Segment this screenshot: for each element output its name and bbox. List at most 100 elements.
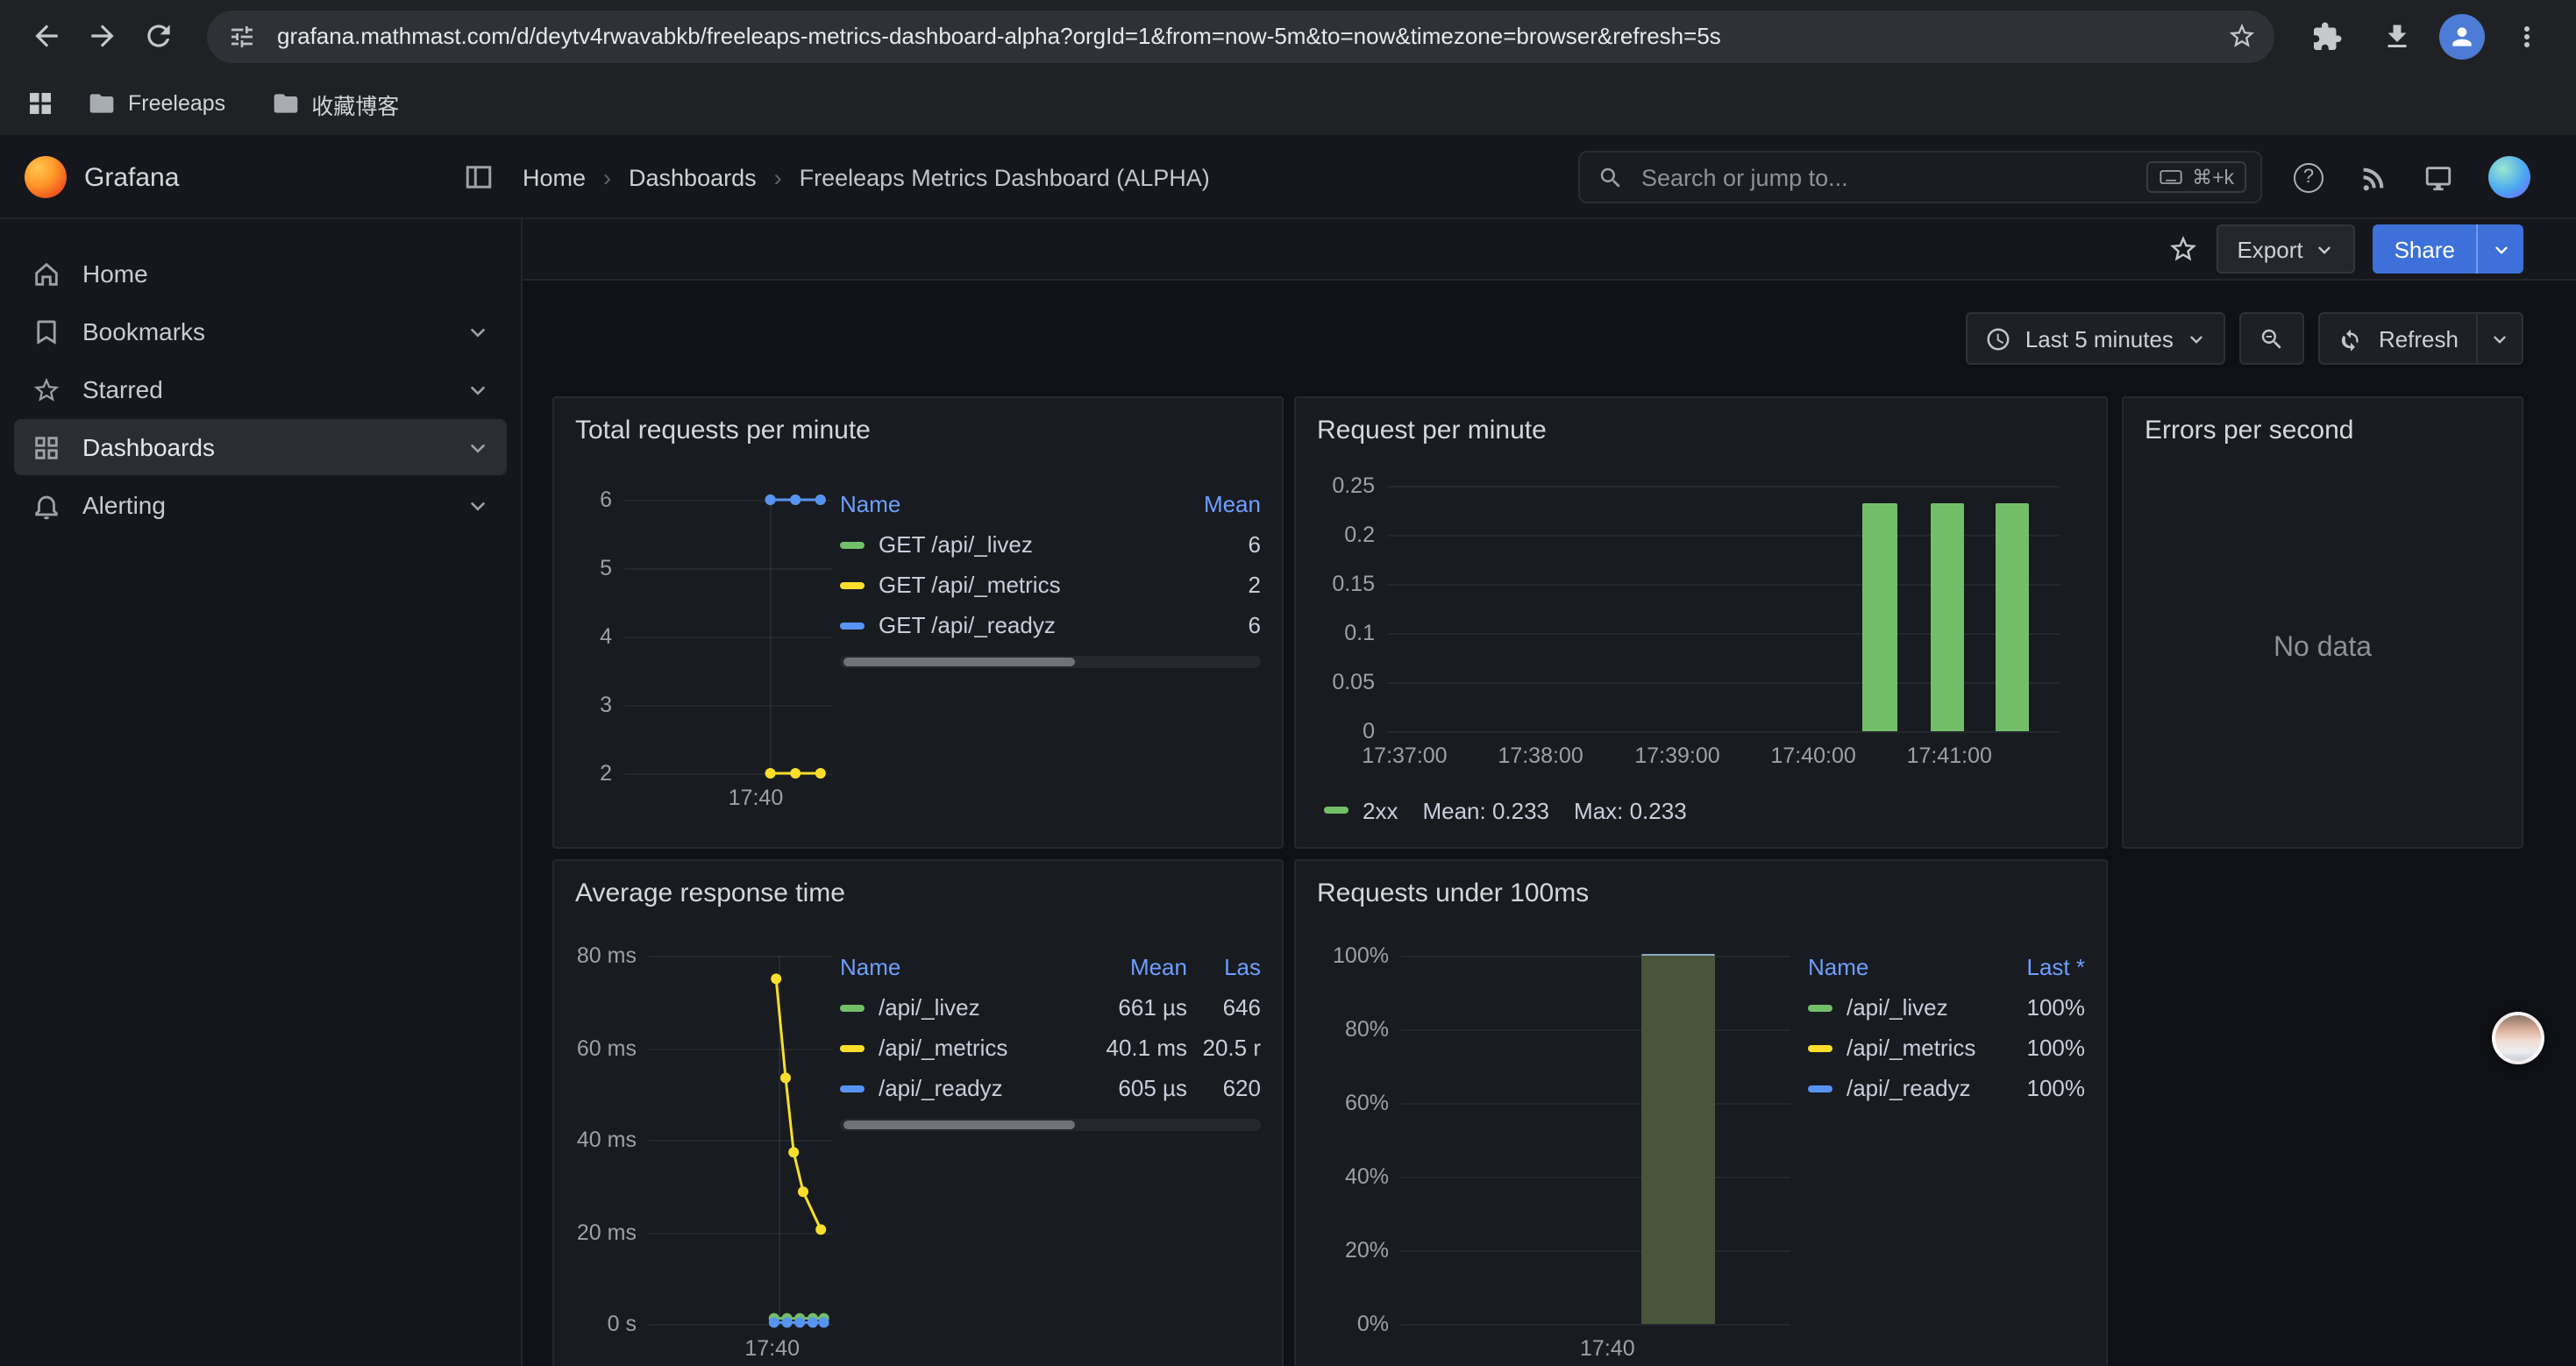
legend-series-2xx[interactable]: 2xx [1324,797,1398,823]
panel-title[interactable]: Errors per second [2124,398,2522,461]
panel-title[interactable]: Total requests per minute [554,398,1282,461]
sidebar-item-starred[interactable]: Starred [14,361,507,417]
y-axis-tick: 2 [600,761,612,786]
legend-column-header[interactable]: Name [1808,953,1994,979]
reload-button[interactable] [130,8,186,64]
refresh-button[interactable]: Refresh [2319,312,2478,365]
sidebar-item-alerting[interactable]: Alerting [14,477,507,533]
favorite-dashboard-button[interactable] [2167,233,2198,265]
forward-button[interactable] [74,8,130,64]
scrollbar-thumb[interactable] [843,658,1075,666]
legend-column-header[interactable]: Las [1187,953,1261,979]
legend-column-header[interactable]: Mean [1156,490,1261,516]
rss-icon[interactable] [2359,162,2388,192]
x-axis-tick: 17:38:00 [1498,743,1583,768]
series-swatch [1808,1085,1832,1092]
legend-row[interactable]: /api/_readyz605 µs620 [840,1068,1261,1108]
legend-scrollbar[interactable] [840,656,1261,668]
panel-total-requests: Total requests per minute 6543217:40 Nam… [552,396,1284,849]
panel-title[interactable]: Request per minute [1296,398,2106,461]
browser-menu-button[interactable] [2499,8,2555,64]
legend-scrollbar[interactable] [840,1119,1261,1131]
share-button[interactable]: Share [2373,224,2476,274]
time-controls: Last 5 minutes Refresh [1966,312,2523,365]
panel-average-response-time: Average response time 80 ms60 ms40 ms20 … [552,859,1284,1366]
legend-column-header[interactable]: Last * [1994,953,2085,979]
bookmark-folder-freeleaps[interactable]: Freeleaps [74,82,239,125]
monitor-icon[interactable] [2423,162,2453,192]
url-text[interactable] [274,21,2215,51]
legend-table: NameMeanLas/api/_livez661 µs646/api/_met… [840,928,1261,1366]
legend-value: 620 [1187,1075,1261,1101]
y-axis-tick: 40 ms [577,1128,637,1152]
zoom-out-button[interactable] [2240,312,2305,365]
legend-column-header[interactable]: Name [840,490,1156,516]
panel-title[interactable]: Average response time [554,861,1282,924]
x-axis-tick: 17:40:00 [1770,743,1855,768]
chart-bar [1641,954,1715,1324]
chevron-down-icon[interactable] [466,320,489,343]
chart-bar [1930,502,1963,731]
panel-title[interactable]: Requests under 100ms [1296,861,2106,924]
help-icon[interactable] [2294,162,2323,192]
legend-row[interactable]: /api/_readyz100% [1808,1068,2085,1108]
legend-series-name: /api/_metrics [1808,1035,1994,1061]
legend-row[interactable]: GET /api/_metrics2 [840,565,1261,605]
chevron-down-icon [2316,239,2335,259]
legend-value: 646 [1187,994,1261,1021]
series-swatch [840,1085,865,1092]
legend-series-name: /api/_livez [1808,994,1994,1021]
search-bar[interactable]: ⌘+k [1578,151,2262,203]
legend-row[interactable]: /api/_livez661 µs646 [840,987,1261,1028]
chevron-down-icon[interactable] [466,378,489,401]
legend-row[interactable]: /api/_metrics40.1 ms20.5 r [840,1028,1261,1068]
legend-value: 661 µs [1075,994,1187,1021]
dashboards-grid-icon [32,432,61,462]
y-axis-tick: 20% [1345,1238,1389,1263]
legend-series-name: /api/_readyz [1808,1075,1994,1101]
share-menu-button[interactable] [2476,224,2523,274]
sidebar-collapse-icon[interactable] [463,161,495,193]
legend-row[interactable]: /api/_metrics100% [1808,1028,2085,1068]
y-axis-tick: 0.05 [1332,670,1375,694]
bookmark-star-button[interactable] [2215,10,2267,62]
chart-bar [1863,502,1896,731]
site-settings-icon[interactable] [228,22,256,50]
bookmark-label: 收藏博客 [311,87,399,120]
refresh-interval-button[interactable] [2478,312,2523,365]
reload-icon [141,19,174,53]
tab-groups-icon[interactable] [25,88,56,119]
grafana-logo-icon[interactable] [25,156,67,198]
browser-profile-avatar[interactable] [2439,13,2485,59]
extensions-button[interactable] [2299,8,2355,64]
legend-column-header[interactable]: Mean [1075,953,1187,979]
search-input[interactable] [1638,162,2132,192]
legend-row[interactable]: GET /api/_livez6 [840,524,1261,565]
bookmark-folder-blogs[interactable]: 收藏博客 [257,80,413,127]
chart-bar [1996,502,2029,731]
sidebar-item-dashboards[interactable]: Dashboards [14,419,507,475]
breadcrumb-home[interactable]: Home [523,164,586,190]
legend-mean: Mean: 0.233 [1422,797,1549,823]
y-axis-tick: 0.1 [1344,621,1375,645]
url-bar[interactable] [207,10,2274,62]
legend-row[interactable]: GET /api/_readyz6 [840,605,1261,645]
y-axis-tick: 0.25 [1332,473,1375,498]
floating-user-avatar[interactable] [2492,1012,2544,1064]
sidebar-item-bookmarks[interactable]: Bookmarks [14,303,507,359]
export-button[interactable]: Export [2216,224,2355,274]
user-avatar[interactable] [2488,156,2530,198]
breadcrumb-dashboards[interactable]: Dashboards [629,164,757,190]
legend-row[interactable]: /api/_livez100% [1808,987,2085,1028]
legend-value: 605 µs [1075,1075,1187,1101]
downloads-button[interactable] [2369,8,2425,64]
sidebar-item-home[interactable]: Home [14,245,507,302]
scrollbar-thumb[interactable] [843,1121,1075,1129]
chevron-down-icon[interactable] [466,494,489,516]
chart-legend: 2xx Mean: 0.233 Max: 0.233 [1317,787,2085,833]
legend-value: 2 [1156,572,1261,598]
back-button[interactable] [18,8,74,64]
legend-column-header[interactable]: Name [840,953,1075,979]
chevron-down-icon[interactable] [466,436,489,459]
time-range-picker[interactable]: Last 5 minutes [1966,312,2226,365]
